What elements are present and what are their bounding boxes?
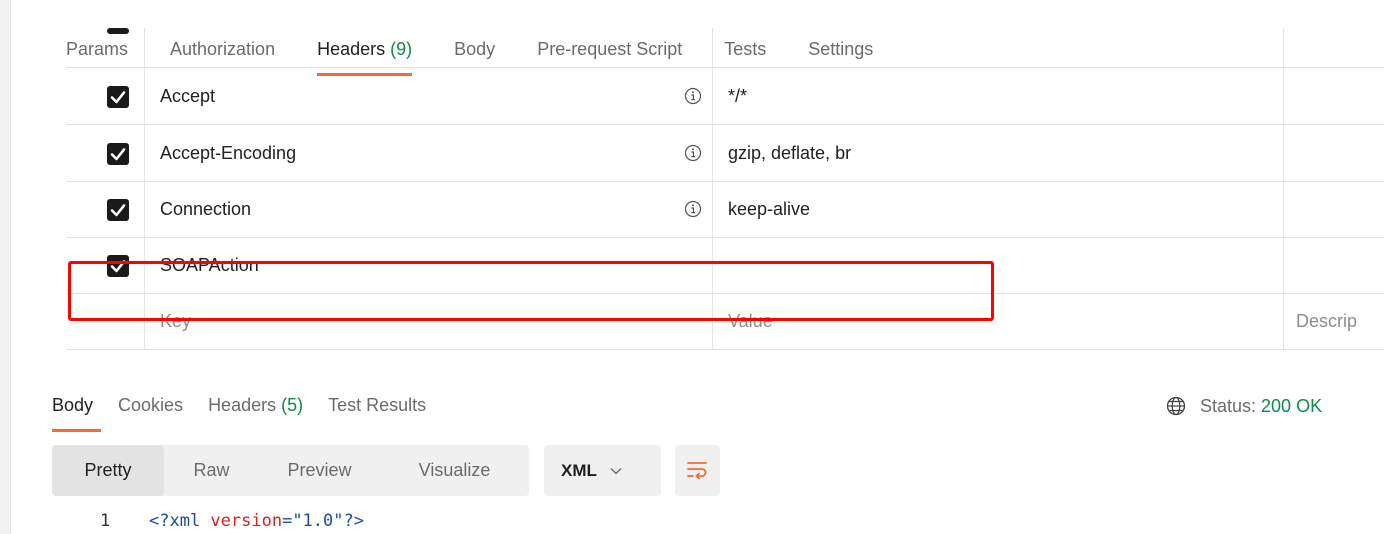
view-pretty[interactable]: Pretty bbox=[52, 445, 164, 496]
tab-label: Headers bbox=[208, 395, 277, 415]
row-checkbox-cell bbox=[66, 293, 145, 349]
table-row: Accept */* bbox=[66, 68, 1384, 125]
code-token: version bbox=[210, 511, 283, 531]
description-cell[interactable] bbox=[1284, 125, 1384, 181]
line-number: 1 bbox=[100, 511, 111, 531]
description-placeholder: Descrip bbox=[1296, 311, 1358, 331]
key-cell[interactable]: SOAPAction bbox=[144, 237, 713, 293]
value-cell[interactable]: gzip, deflate, br bbox=[713, 125, 1284, 181]
wrap-lines-icon bbox=[687, 462, 707, 480]
view-visualize[interactable]: Visualize bbox=[380, 445, 529, 496]
format-select[interactable]: XML bbox=[544, 445, 661, 496]
table-row-partial bbox=[66, 28, 1384, 68]
status-value: 200 OK bbox=[1261, 395, 1323, 416]
tab-label: Cookies bbox=[118, 395, 184, 415]
response-status: Status: 200 OK bbox=[1166, 393, 1322, 419]
view-raw[interactable]: Raw bbox=[164, 445, 259, 496]
description-cell[interactable] bbox=[1284, 237, 1384, 293]
row-checkbox-cell bbox=[66, 237, 145, 293]
table-row: Connection keep-alive bbox=[66, 181, 1384, 238]
header-value: */* bbox=[728, 86, 748, 106]
description-input[interactable]: Descrip bbox=[1284, 293, 1384, 349]
tab-response-headers[interactable]: Headers (5) bbox=[208, 392, 303, 432]
code-content: <?xml version="1.0"?> bbox=[149, 508, 364, 534]
status-label: Status: bbox=[1200, 395, 1257, 416]
header-key: Accept-Encoding bbox=[160, 143, 297, 163]
chevron-down-icon bbox=[610, 467, 622, 474]
tab-cookies[interactable]: Cookies bbox=[118, 392, 183, 432]
checkbox[interactable] bbox=[107, 28, 129, 34]
checkbox[interactable] bbox=[107, 143, 129, 165]
header-key: Connection bbox=[160, 199, 252, 219]
header-key: Accept bbox=[160, 86, 216, 106]
key-placeholder: Key bbox=[160, 311, 192, 331]
row-checkbox-cell bbox=[66, 68, 145, 124]
description-cell[interactable] bbox=[1284, 68, 1384, 124]
value-cell[interactable] bbox=[713, 28, 1284, 67]
view-label: Raw bbox=[193, 460, 230, 480]
wrap-lines-button[interactable] bbox=[675, 445, 720, 496]
key-input[interactable]: Key bbox=[144, 293, 713, 349]
format-value: XML bbox=[561, 460, 597, 480]
table-row: Accept-Encoding gzip, deflate, br bbox=[66, 125, 1384, 182]
info-icon[interactable] bbox=[684, 87, 702, 105]
globe-icon[interactable] bbox=[1166, 396, 1186, 416]
value-cell[interactable] bbox=[713, 237, 1284, 293]
view-label: Visualize bbox=[418, 460, 491, 480]
checkbox[interactable] bbox=[107, 255, 129, 277]
code-token: = bbox=[282, 511, 293, 531]
view-label: Pretty bbox=[84, 460, 132, 480]
header-value: gzip, deflate, br bbox=[728, 143, 852, 163]
key-cell[interactable]: Accept bbox=[144, 68, 713, 124]
checkbox[interactable] bbox=[107, 199, 129, 221]
tab-count: (5) bbox=[281, 395, 304, 415]
info-icon[interactable] bbox=[684, 200, 702, 218]
view-preview[interactable]: Preview bbox=[259, 445, 380, 496]
code-token: <?xml bbox=[149, 511, 211, 531]
info-icon[interactable] bbox=[684, 144, 702, 162]
code-token: ?> bbox=[343, 511, 364, 531]
header-key: SOAPAction bbox=[160, 255, 259, 275]
response-tabs: Body Cookies Headers (5) Test Results bbox=[52, 392, 451, 432]
row-checkbox-cell bbox=[66, 125, 145, 181]
header-value: keep-alive bbox=[728, 199, 811, 219]
view-label: Preview bbox=[287, 460, 352, 480]
table-row-new: Key Value Descrip bbox=[66, 293, 1384, 350]
row-checkbox-cell bbox=[66, 28, 145, 67]
tab-label: Test Results bbox=[328, 395, 427, 415]
description-cell[interactable] bbox=[1284, 181, 1384, 237]
value-placeholder: Value bbox=[728, 311, 773, 331]
value-input[interactable]: Value bbox=[713, 293, 1284, 349]
code-token: "1.0" bbox=[292, 511, 344, 531]
description-cell[interactable] bbox=[1284, 28, 1384, 67]
tab-test-results[interactable]: Test Results bbox=[328, 392, 426, 432]
key-cell[interactable]: Accept-Encoding bbox=[144, 125, 713, 181]
left-sidebar-edge bbox=[0, 0, 11, 534]
value-cell[interactable]: keep-alive bbox=[713, 181, 1284, 237]
key-cell[interactable]: Connection bbox=[144, 181, 713, 237]
tab-label: Body bbox=[52, 395, 94, 415]
key-cell[interactable] bbox=[144, 28, 713, 67]
table-row: SOAPAction bbox=[66, 237, 1384, 294]
tab-response-body[interactable]: Body bbox=[52, 392, 102, 432]
view-mode-selector: Pretty Raw Preview Visualize bbox=[52, 445, 529, 496]
value-cell[interactable]: */* bbox=[713, 68, 1284, 124]
row-checkbox-cell bbox=[66, 181, 145, 237]
checkbox[interactable] bbox=[107, 86, 129, 108]
